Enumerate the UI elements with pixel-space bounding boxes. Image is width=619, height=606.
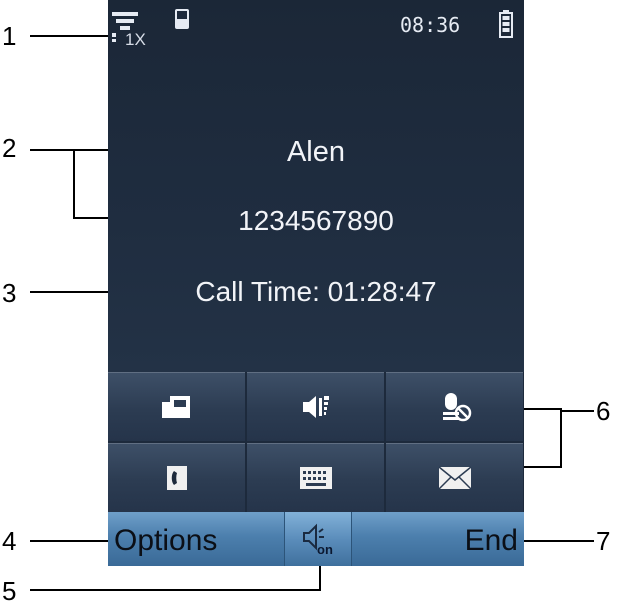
contacts-button[interactable] [108, 443, 245, 512]
mute-button[interactable] [386, 372, 523, 441]
callout-1: 1 [2, 21, 17, 51]
function-grid [108, 372, 524, 512]
callout-7: 7 [596, 526, 611, 556]
callout-3-line [30, 291, 116, 293]
contacts-icon [166, 465, 187, 490]
status-bar: 1X 08:36 [108, 0, 524, 54]
handset-icon [175, 9, 189, 29]
message-button[interactable] [386, 443, 523, 512]
mute-icon [442, 392, 471, 421]
callout-5-line [30, 589, 321, 591]
callout-6-stub [560, 410, 594, 412]
volume-button[interactable] [247, 372, 384, 441]
message-icon [437, 465, 472, 490]
transfer-button[interactable] [108, 372, 245, 441]
keypad-icon [299, 466, 332, 489]
callout-7-line [522, 540, 594, 542]
callout-2: 2 [2, 133, 17, 163]
end-label: End [464, 524, 518, 557]
battery-icon [499, 10, 513, 38]
volume-icon [302, 395, 329, 418]
softkey-bar: Options on End [108, 512, 524, 566]
callout-4-line [30, 540, 114, 542]
callout-6: 6 [596, 396, 611, 426]
call-background [108, 0, 524, 372]
speaker-softkey[interactable]: on [284, 512, 352, 566]
callout-1-line [30, 35, 116, 37]
network-type: 1X [125, 30, 146, 49]
speaker-on-icon: on [303, 523, 333, 556]
callout-6-bracket [560, 408, 562, 468]
callout-2-bracket [73, 149, 75, 219]
options-softkey[interactable]: Options [108, 512, 284, 566]
transfer-icon [161, 395, 190, 418]
call-duration: Call Time: 01:28:47 [195, 276, 437, 307]
clock: 08:36 [400, 13, 461, 37]
keypad-button[interactable] [247, 443, 384, 512]
options-label: Options [114, 524, 218, 557]
callout-4: 4 [2, 526, 17, 556]
phone-screen: 1X 08:36 Alen 1234567890 Call Time: 01:2… [108, 0, 524, 566]
callout-3: 3 [2, 278, 17, 308]
speaker-on-label: on [317, 542, 333, 556]
end-softkey[interactable]: End [352, 512, 524, 566]
caller-number: 1234567890 [238, 205, 394, 236]
caller-name: Alen [286, 136, 346, 168]
callout-5: 5 [2, 576, 17, 606]
